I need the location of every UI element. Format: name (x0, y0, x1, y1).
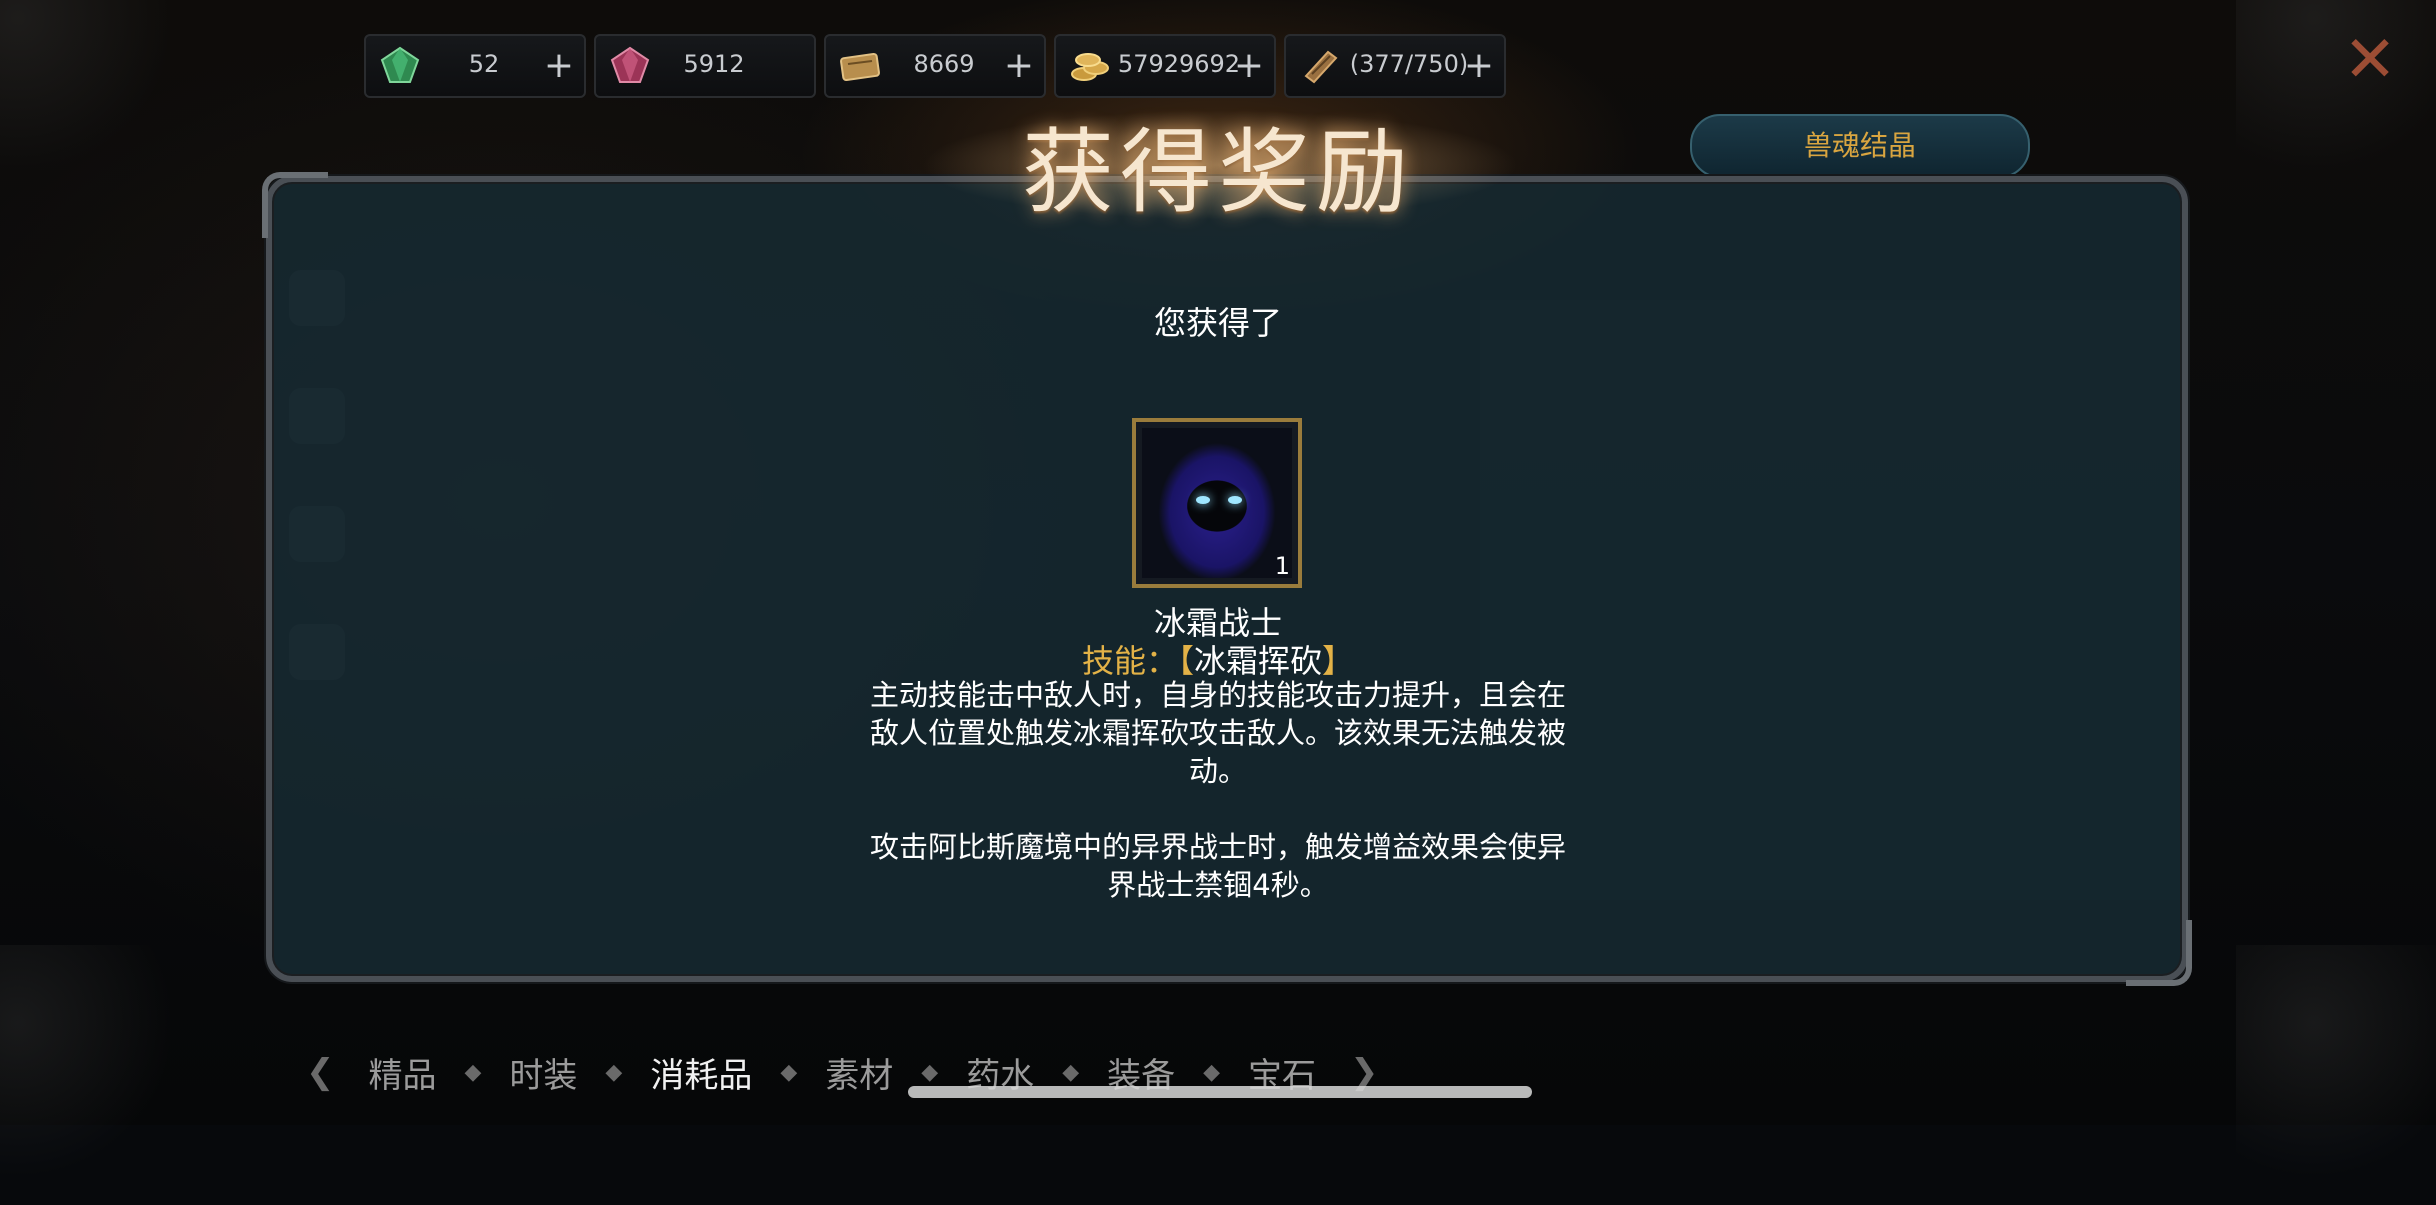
resource-value: 57929692 (1117, 50, 1241, 78)
skill-description: 主动技能击中敌人时，自身的技能攻击力提升，且会在敌人位置处触发冰霜挥砍攻击敌人。… (858, 676, 1578, 904)
add-ticket-button[interactable]: + (1004, 44, 1034, 88)
corner-ornament (0, 945, 200, 1205)
resource-value: (377/750) (1349, 50, 1469, 78)
resource-value: 5912 (683, 50, 745, 78)
stamina-scroll-icon (1304, 50, 1338, 84)
resource-ticket: 8669 + (824, 34, 1046, 98)
dialog-subtitle: 您获得了 (1153, 304, 1282, 342)
skill-bracket-close: 】 (1322, 642, 1355, 680)
corner-ornament (2236, 945, 2436, 1205)
add-stamina-button[interactable]: + (1464, 44, 1494, 88)
tab-premium[interactable]: 精品 (341, 1048, 465, 1097)
skill-label: 技能： (1081, 642, 1178, 680)
diamond-separator-icon: ◆ (1203, 1059, 1221, 1085)
gold-coins-icon (1071, 53, 1109, 81)
diamond-separator-icon: ◆ (464, 1059, 482, 1085)
reward-item-slot[interactable]: 1 (1132, 418, 1302, 588)
resource-red-crystal: 5912 (594, 34, 816, 98)
skill-bracket-open: 【 (1177, 642, 1194, 680)
diamond-separator-icon: ◆ (780, 1059, 798, 1085)
add-gold-button[interactable]: + (1234, 44, 1264, 88)
resource-value: 8669 (913, 50, 975, 78)
description-paragraph: 攻击阿比斯魔境中的异界战士时，触发增益效果会使异界战士禁锢4秒。 (869, 830, 1566, 902)
diamond-separator-icon: ◆ (1062, 1059, 1080, 1085)
add-gem-button[interactable]: + (544, 44, 574, 88)
close-icon[interactable]: ✕ (2330, 20, 2410, 100)
tab-fashion[interactable]: 时装 (481, 1048, 605, 1097)
resource-value: 52 (468, 50, 500, 78)
tab-consumables[interactable]: 消耗品 (622, 1048, 780, 1097)
green-gem-icon (380, 46, 420, 83)
diamond-separator-icon: ◆ (605, 1059, 623, 1085)
dialog-title: 获得奖励 (1021, 119, 1414, 226)
hooded-ice-warrior-icon (1196, 496, 1210, 504)
resource-green-gem: 52 + (364, 34, 586, 98)
hooded-ice-warrior-icon (1228, 496, 1242, 504)
resource-stamina: (377/750) + (1284, 34, 1506, 98)
description-paragraph: 主动技能击中敌人时，自身的技能攻击力提升，且会在敌人位置处触发冰霜挥砍攻击敌人。… (869, 678, 1566, 788)
item-quantity: 1 (1274, 552, 1290, 580)
diamond-separator-icon: ◆ (921, 1059, 939, 1085)
scroll-left-icon[interactable]: ❮ (300, 1052, 341, 1092)
ticket-scroll-icon (840, 52, 880, 82)
resource-gold: 57929692 + (1054, 34, 1276, 98)
tab-materials[interactable]: 素材 (797, 1048, 921, 1097)
resource-bar: 52 + 5912 8669 + 57929692 + (377/750) + (364, 34, 1506, 100)
red-crystal-icon (610, 46, 650, 83)
skill-name: 冰霜挥砍 (1194, 642, 1323, 680)
home-indicator[interactable] (908, 1086, 1532, 1098)
